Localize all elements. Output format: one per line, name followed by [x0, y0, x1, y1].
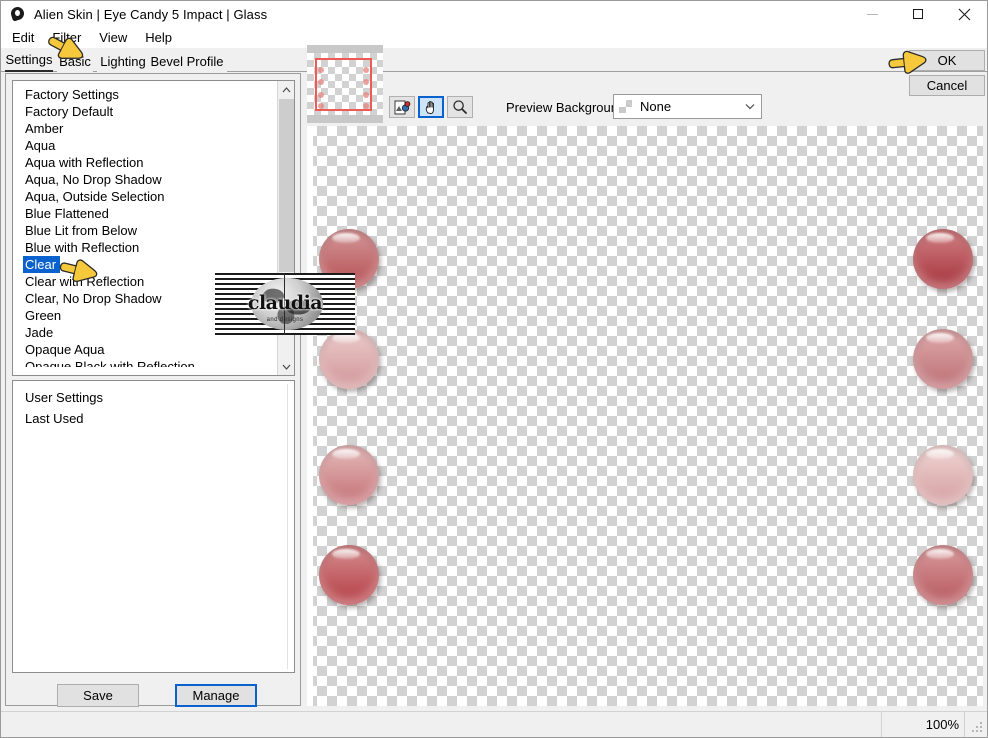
tab-lighting[interactable]: Lighting	[97, 50, 149, 72]
tab-bevel-profile[interactable]: Bevel Profile	[147, 50, 227, 72]
chevron-down-icon[interactable]	[739, 103, 761, 110]
glass-ball-preview	[319, 545, 379, 605]
cancel-button[interactable]: Cancel	[909, 75, 985, 96]
list-item-label: Aqua with Reflection	[25, 155, 144, 170]
glass-ball-preview	[319, 445, 379, 505]
list-item-label: Aqua	[25, 138, 56, 153]
color-picker-icon[interactable]	[389, 96, 415, 118]
hand-pan-icon[interactable]	[418, 96, 444, 118]
list-item-label: Aqua, Outside Selection	[25, 189, 165, 204]
preview-background-label: Preview Background:	[506, 100, 629, 115]
list-item[interactable]: Last Used	[13, 408, 294, 429]
watermark-subtitle: and designs	[266, 317, 304, 323]
preview-background-value: None	[640, 99, 672, 114]
list-item[interactable]: Blue Lit from Below	[13, 222, 294, 239]
manage-button[interactable]: Manage	[175, 684, 257, 707]
window-title: Alien Skin | Eye Candy 5 Impact | Glass	[34, 6, 268, 22]
list-item-label: Factory Default	[25, 104, 114, 119]
alien-skin-icon	[9, 5, 26, 22]
status-bar: 100%	[1, 711, 987, 737]
menu-item-view[interactable]: View	[90, 27, 136, 48]
user-list-scrollbar[interactable]	[287, 381, 294, 672]
list-item-label: Blue Flattened	[25, 206, 109, 221]
tab-bar: Settings Basic Lighting Bevel Profile	[1, 48, 987, 72]
list-item[interactable]: Aqua, Outside Selection	[13, 188, 294, 205]
list-item-label: Opaque Aqua	[25, 342, 105, 357]
window-controls	[849, 1, 987, 27]
list-item-label: Aqua, No Drop Shadow	[25, 172, 162, 187]
checkerboard-swatch-icon	[618, 99, 633, 114]
zoom-magnifier-icon[interactable]	[447, 96, 473, 118]
save-button[interactable]: Save	[57, 684, 139, 707]
list-item[interactable]: Blue with Reflection	[13, 239, 294, 256]
glass-ball-preview	[913, 229, 973, 289]
list-item-label: Blue Lit from Below	[25, 223, 137, 238]
ok-button[interactable]: OK	[909, 50, 985, 71]
list-item-label: Clear	[23, 256, 61, 273]
list-item[interactable]: Amber	[13, 120, 294, 137]
glass-ball-preview	[319, 329, 379, 389]
menu-item-filter[interactable]: Filter	[43, 27, 90, 48]
list-item[interactable]: Clear	[13, 256, 294, 273]
list-item[interactable]: Aqua, No Drop Shadow	[13, 171, 294, 188]
eye-candy-glass-dialog: Alien Skin | Eye Candy 5 Impact | Glass …	[0, 0, 988, 738]
minimize-icon[interactable]	[849, 1, 895, 27]
scroll-thumb[interactable]	[279, 99, 294, 272]
settings-panel: Factory Settings Factory Default Amber Aqua…	[5, 73, 301, 707]
preview-canvas[interactable]	[307, 126, 983, 706]
list-item[interactable]: Opaque Aqua	[13, 341, 294, 358]
list-item[interactable]: Blue Flattened	[13, 205, 294, 222]
title-bar: Alien Skin | Eye Candy 5 Impact | Glass	[1, 1, 987, 27]
maximize-icon[interactable]	[895, 1, 941, 27]
menu-item-edit[interactable]: Edit	[3, 27, 43, 48]
list-item[interactable]: Aqua with Reflection	[13, 154, 294, 171]
list-item-label: Factory Settings	[25, 87, 119, 102]
zoom-level-indicator: 100%	[925, 717, 959, 732]
list-item[interactable]: Aqua	[13, 137, 294, 154]
scroll-down-icon[interactable]	[278, 358, 294, 375]
preview-background-select[interactable]: None	[613, 94, 762, 119]
navigator-thumbnail[interactable]	[307, 45, 383, 123]
glass-ball-preview	[913, 329, 973, 389]
list-item[interactable]: Factory Settings	[13, 86, 294, 103]
watermark-name: claudia	[247, 292, 323, 314]
tab-settings[interactable]: Settings	[5, 48, 53, 72]
tab-basic[interactable]: Basic	[57, 50, 93, 72]
glass-ball-preview	[913, 545, 973, 605]
list-item[interactable]: Factory Default	[13, 103, 294, 120]
menu-item-help[interactable]: Help	[136, 27, 181, 48]
list-item-label: Opaque Black with Reflection	[25, 359, 195, 367]
glass-ball-preview	[913, 445, 973, 505]
list-item[interactable]: Opaque Black with Reflection	[13, 358, 294, 367]
list-item-label: Blue with Reflection	[25, 240, 140, 255]
list-item-label: Amber	[25, 121, 64, 136]
list-item[interactable]: User Settings	[13, 387, 294, 408]
resize-grip-icon[interactable]	[972, 722, 984, 734]
claudia-watermark: claudia and designs	[215, 273, 355, 335]
navigator-viewport-rect[interactable]	[315, 58, 372, 111]
scroll-up-icon[interactable]	[278, 81, 294, 98]
menu-bar: Edit Filter View Help	[1, 27, 987, 48]
close-icon[interactable]	[941, 1, 987, 27]
user-settings-list[interactable]: User Settings Last Used	[12, 380, 295, 673]
